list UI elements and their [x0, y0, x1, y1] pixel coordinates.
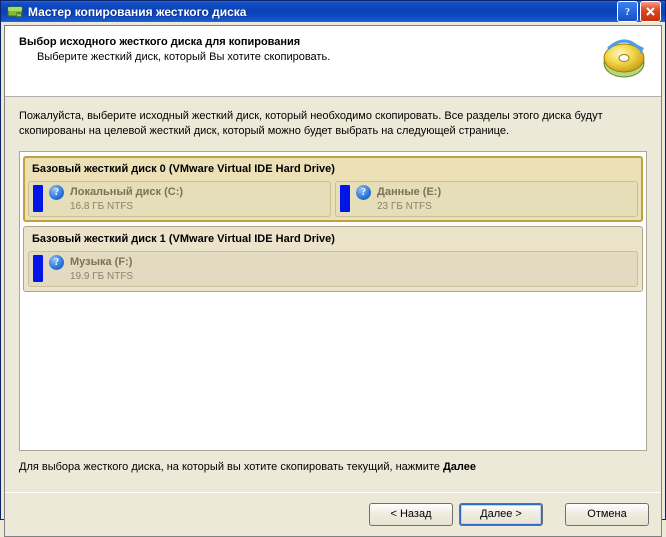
partition-meta: 16.8 ГБ NTFS	[70, 201, 326, 212]
back-button[interactable]: < Назад	[369, 503, 453, 526]
disk-list: Базовый жесткий диск 0 (VMware Virtual I…	[19, 151, 647, 451]
info-icon[interactable]: ?	[49, 255, 64, 270]
partition-color-bar	[33, 185, 43, 212]
info-icon[interactable]: ?	[356, 185, 371, 200]
footer-hint-bold: Далее	[443, 461, 476, 473]
partition-body: ? Музыка (F:) 19.9 ГБ NTFS	[49, 255, 633, 282]
partition-body: ? Локальный диск (C:) 16.8 ГБ NTFS	[49, 185, 326, 212]
disk-group[interactable]: Базовый жесткий диск 1 (VMware Virtual I…	[23, 226, 643, 292]
button-bar: < Назад Далее > Отмена	[5, 492, 661, 536]
next-button[interactable]: Далее >	[459, 503, 543, 526]
partition[interactable]: ? Локальный диск (C:) 16.8 ГБ NTFS	[28, 181, 331, 217]
disk-group[interactable]: Базовый жесткий диск 0 (VMware Virtual I…	[23, 156, 643, 222]
partition-body: ? Данные (E:) 23 ГБ NTFS	[356, 185, 633, 212]
partition-row: ? Музыка (F:) 19.9 ГБ NTFS	[26, 251, 640, 289]
page-title: Выбор исходного жесткого диска для копир…	[19, 36, 593, 48]
partition-name: Локальный диск (C:)	[70, 186, 183, 198]
wizard-window: Мастер копирования жесткого диска ? Выбо…	[0, 0, 666, 520]
footer-hint: Для выбора жесткого диска, на который вы…	[19, 461, 647, 473]
partition[interactable]: ? Музыка (F:) 19.9 ГБ NTFS	[28, 251, 638, 287]
partition-meta: 19.9 ГБ NTFS	[70, 271, 633, 282]
svg-text:?: ?	[625, 7, 630, 17]
help-button[interactable]: ?	[617, 1, 638, 22]
title-bar[interactable]: Мастер копирования жесткого диска ?	[1, 1, 665, 22]
window-buttons: ?	[617, 1, 661, 22]
info-icon[interactable]: ?	[49, 185, 64, 200]
page-subtitle: Выберите жесткий диск, который Вы хотите…	[37, 51, 593, 63]
partition-color-bar	[340, 185, 350, 212]
wizard-header: Выбор исходного жесткого диска для копир…	[5, 26, 661, 97]
disc-icon	[601, 36, 647, 82]
partition-meta: 23 ГБ NTFS	[377, 201, 633, 212]
client-area: Выбор исходного жесткого диска для копир…	[4, 25, 662, 537]
partition[interactable]: ? Данные (E:) 23 ГБ NTFS	[335, 181, 638, 217]
disk-title: Базовый жесткий диск 0 (VMware Virtual I…	[26, 159, 640, 181]
footer-hint-text: Для выбора жесткого диска, на который вы…	[19, 461, 443, 473]
partition-color-bar	[33, 255, 43, 282]
close-button[interactable]	[640, 1, 661, 22]
intro-text: Пожалуйста, выберите исходный жесткий ди…	[19, 109, 647, 139]
window-title: Мастер копирования жесткого диска	[28, 5, 617, 19]
partition-name: Музыка (F:)	[70, 256, 132, 268]
app-icon	[7, 4, 23, 20]
partition-name: Данные (E:)	[377, 186, 441, 198]
cancel-button[interactable]: Отмена	[565, 503, 649, 526]
partition-row: ? Локальный диск (C:) 16.8 ГБ NTFS? Данные …	[26, 181, 640, 219]
disk-title: Базовый жесткий диск 1 (VMware Virtual I…	[26, 229, 640, 251]
wizard-body: Пожалуйста, выберите исходный жесткий ди…	[5, 97, 661, 492]
